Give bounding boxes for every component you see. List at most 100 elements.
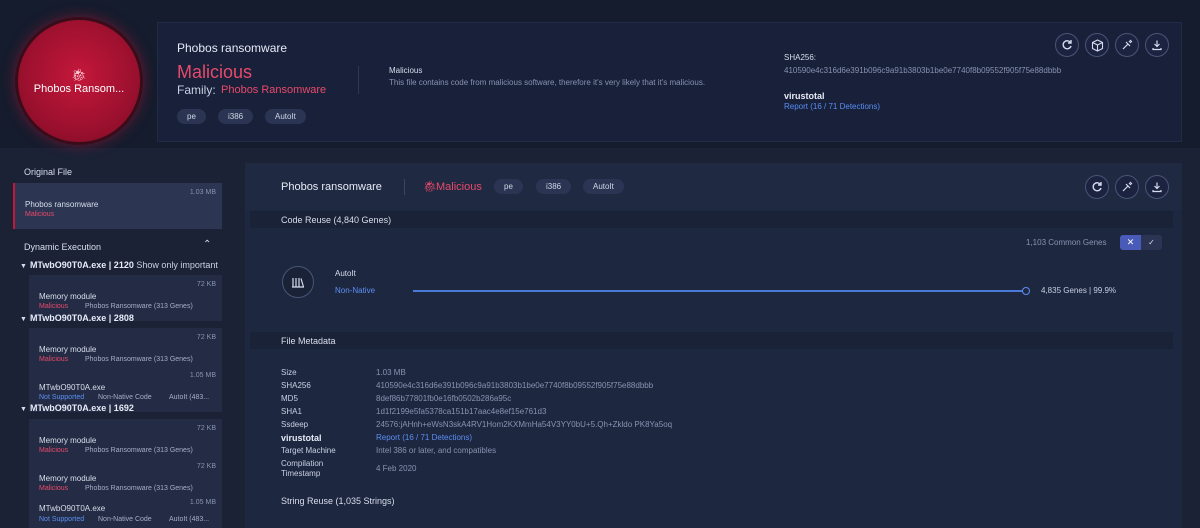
process-row[interactable]: ▼ MTwbO90T0A.exe | 2120 Show only importa… [20, 260, 218, 270]
item-title: Memory module [39, 474, 97, 483]
original-file-size: 1.03 MB [189, 189, 216, 196]
gene-family-type[interactable]: Non-Native [335, 286, 375, 295]
process-title: MTwbO90T0A.exe | 2808 [29, 313, 134, 323]
code-reuse-section-header[interactable]: Code Reuse (4,840 Genes) [250, 211, 1173, 228]
file-metadata-section-header[interactable]: File Metadata [250, 332, 1173, 349]
main-title: Phobos ransomware [281, 181, 382, 193]
string-reuse-label: String Reuse (1,035 Strings) [281, 495, 395, 506]
syringe-icon [1122, 39, 1133, 50]
tag-autoit: AutoIt [265, 109, 306, 124]
original-file-title: Phobos ransomware [25, 200, 99, 209]
gene-progress-bar [413, 287, 1031, 295]
main-panel: Phobos ransomware 🐞︎ Malicious pe i386 A… [245, 163, 1182, 528]
tag-pe: pe [494, 179, 523, 194]
bug-icon: 🐞︎ [71, 67, 87, 82]
syringe-icon [1122, 181, 1133, 192]
gene-family-name: AutoIt [335, 269, 356, 278]
verdict-description-title: Malicious [389, 66, 423, 75]
show-only-important-toggle[interactable]: Show only important [136, 260, 218, 270]
metadata-value: 410590e4c316d6e391b096c9a91b3803b1be0e77… [376, 381, 654, 390]
metadata-value: 1.03 MB [376, 368, 406, 377]
item-title: MTwbO90T0A.exe [39, 504, 106, 513]
common-genes-toggle[interactable]: ✕ ✓ [1120, 235, 1162, 250]
item-size: 72 KB [196, 425, 216, 432]
main-header [245, 163, 1182, 210]
download-button[interactable] [1145, 33, 1169, 57]
verdict-circle-name: Phobos Ransom... [33, 82, 125, 95]
item-title: MTwbO90T0A.exe [39, 383, 106, 392]
string-reuse-section-header[interactable]: String Reuse (1,035 Strings) [250, 492, 1173, 509]
triangle-down-icon: ▼ [20, 406, 27, 413]
chevron-up-icon[interactable]: ⌃ [203, 239, 211, 250]
item-status: Malicious [39, 303, 69, 310]
verdict-label: Malicious [177, 62, 253, 82]
metadata-key: SHA1 [281, 407, 302, 416]
download-button[interactable] [1145, 175, 1169, 199]
family-value[interactable]: Phobos Ransomware [221, 84, 326, 96]
main-header-divider [404, 179, 405, 195]
close-icon[interactable]: ✕ [1120, 235, 1141, 250]
tag-pe: pe [177, 109, 206, 124]
item-info: Non-Native Code [98, 516, 152, 523]
metadata-value: 1d1f2199e5fa5378ca151b17aac4e8ef15e761d3 [376, 407, 547, 416]
common-genes-label: 1,103 Common Genes [1026, 238, 1107, 247]
triangle-down-icon: ▼ [20, 263, 27, 270]
sandbox-button[interactable] [1085, 33, 1109, 57]
virustotal-label: virustotal [784, 91, 825, 101]
tag-i386: i386 [218, 109, 254, 124]
verdict-description: This file contains code from malicious s… [389, 78, 706, 87]
process-row[interactable]: ▼ MTwbO90T0A.exe | 1692 [20, 403, 134, 413]
file-metadata-label: File Metadata [281, 335, 336, 346]
metadata-key: virustotal [281, 433, 322, 443]
inject-button[interactable] [1115, 175, 1139, 199]
header-divider [358, 66, 359, 94]
item-info: Phobos Ransomware (313 Genes) [85, 356, 193, 363]
metadata-key: MD5 [281, 394, 298, 403]
reload-button[interactable] [1085, 175, 1109, 199]
tag-i386: i386 [536, 179, 572, 194]
code-reuse-label: Code Reuse (4,840 Genes) [281, 214, 392, 225]
tag-autoit: AutoIt [583, 179, 624, 194]
reload-button[interactable] [1055, 33, 1079, 57]
metadata-value: 4 Feb 2020 [376, 464, 417, 473]
item-status: Malicious [39, 485, 69, 492]
item-status: Malicious [39, 447, 69, 454]
family-label: Family: [177, 83, 216, 97]
item-size: 1.05 MB [189, 499, 216, 506]
gene-progress-knob [1022, 287, 1031, 295]
item-status: Malicious [39, 356, 69, 363]
item-size: 1.05 MB [189, 372, 216, 379]
item-title: Memory module [39, 345, 97, 354]
item-title: Memory module [39, 436, 97, 445]
download-icon [1152, 182, 1162, 193]
item-size: 72 KB [196, 281, 216, 288]
process-title: MTwbO90T0A.exe | 1692 [29, 403, 134, 413]
metadata-value: 8def86b77801fb0e16fb0502b286a95c [376, 394, 512, 403]
item-info: Non-Native Code [98, 394, 152, 401]
virustotal-report-link[interactable]: Report (16 / 71 Detections) [376, 433, 472, 442]
triangle-down-icon: ▼ [20, 316, 27, 323]
original-file-status: Malicious [25, 211, 55, 218]
sha256-value: 410590e4c316d6e391b096c9a91b3803b1be0e77… [784, 66, 1062, 75]
check-icon[interactable]: ✓ [1141, 235, 1162, 250]
item-info: Phobos Ransomware (313 Genes) [85, 303, 193, 310]
metadata-key: Target Machine [281, 446, 336, 455]
file-item[interactable]: MTwbO90T0A.exe 1.05 MB Not Supported Non… [29, 495, 222, 528]
item-title: Memory module [39, 292, 97, 301]
metadata-key: Compilation Timestamp [281, 459, 324, 478]
process-row[interactable]: ▼ MTwbO90T0A.exe | 2808 [20, 313, 134, 323]
original-file-item[interactable]: Phobos ransomware 1.03 MB Malicious [13, 183, 222, 229]
item-info-2: AutoIt (483... [169, 394, 210, 401]
original-file-label: Original File [24, 167, 73, 177]
item-info: Phobos Ransomware (313 Genes) [85, 485, 193, 492]
metadata-value: Intel 386 or later, and compatibles [376, 446, 497, 455]
inject-button[interactable] [1115, 33, 1139, 57]
metadata-key: Ssdeep [281, 420, 309, 429]
virustotal-report-link[interactable]: Report (16 / 71 Detections) [784, 102, 880, 111]
file-title: Phobos ransomware [177, 41, 288, 55]
item-info: Phobos Ransomware (313 Genes) [85, 447, 193, 454]
main-verdict: Malicious [436, 181, 482, 193]
metadata-key: Size [281, 368, 297, 377]
gene-progress-fill [413, 290, 1029, 292]
sha256-label: SHA256: [784, 53, 817, 62]
